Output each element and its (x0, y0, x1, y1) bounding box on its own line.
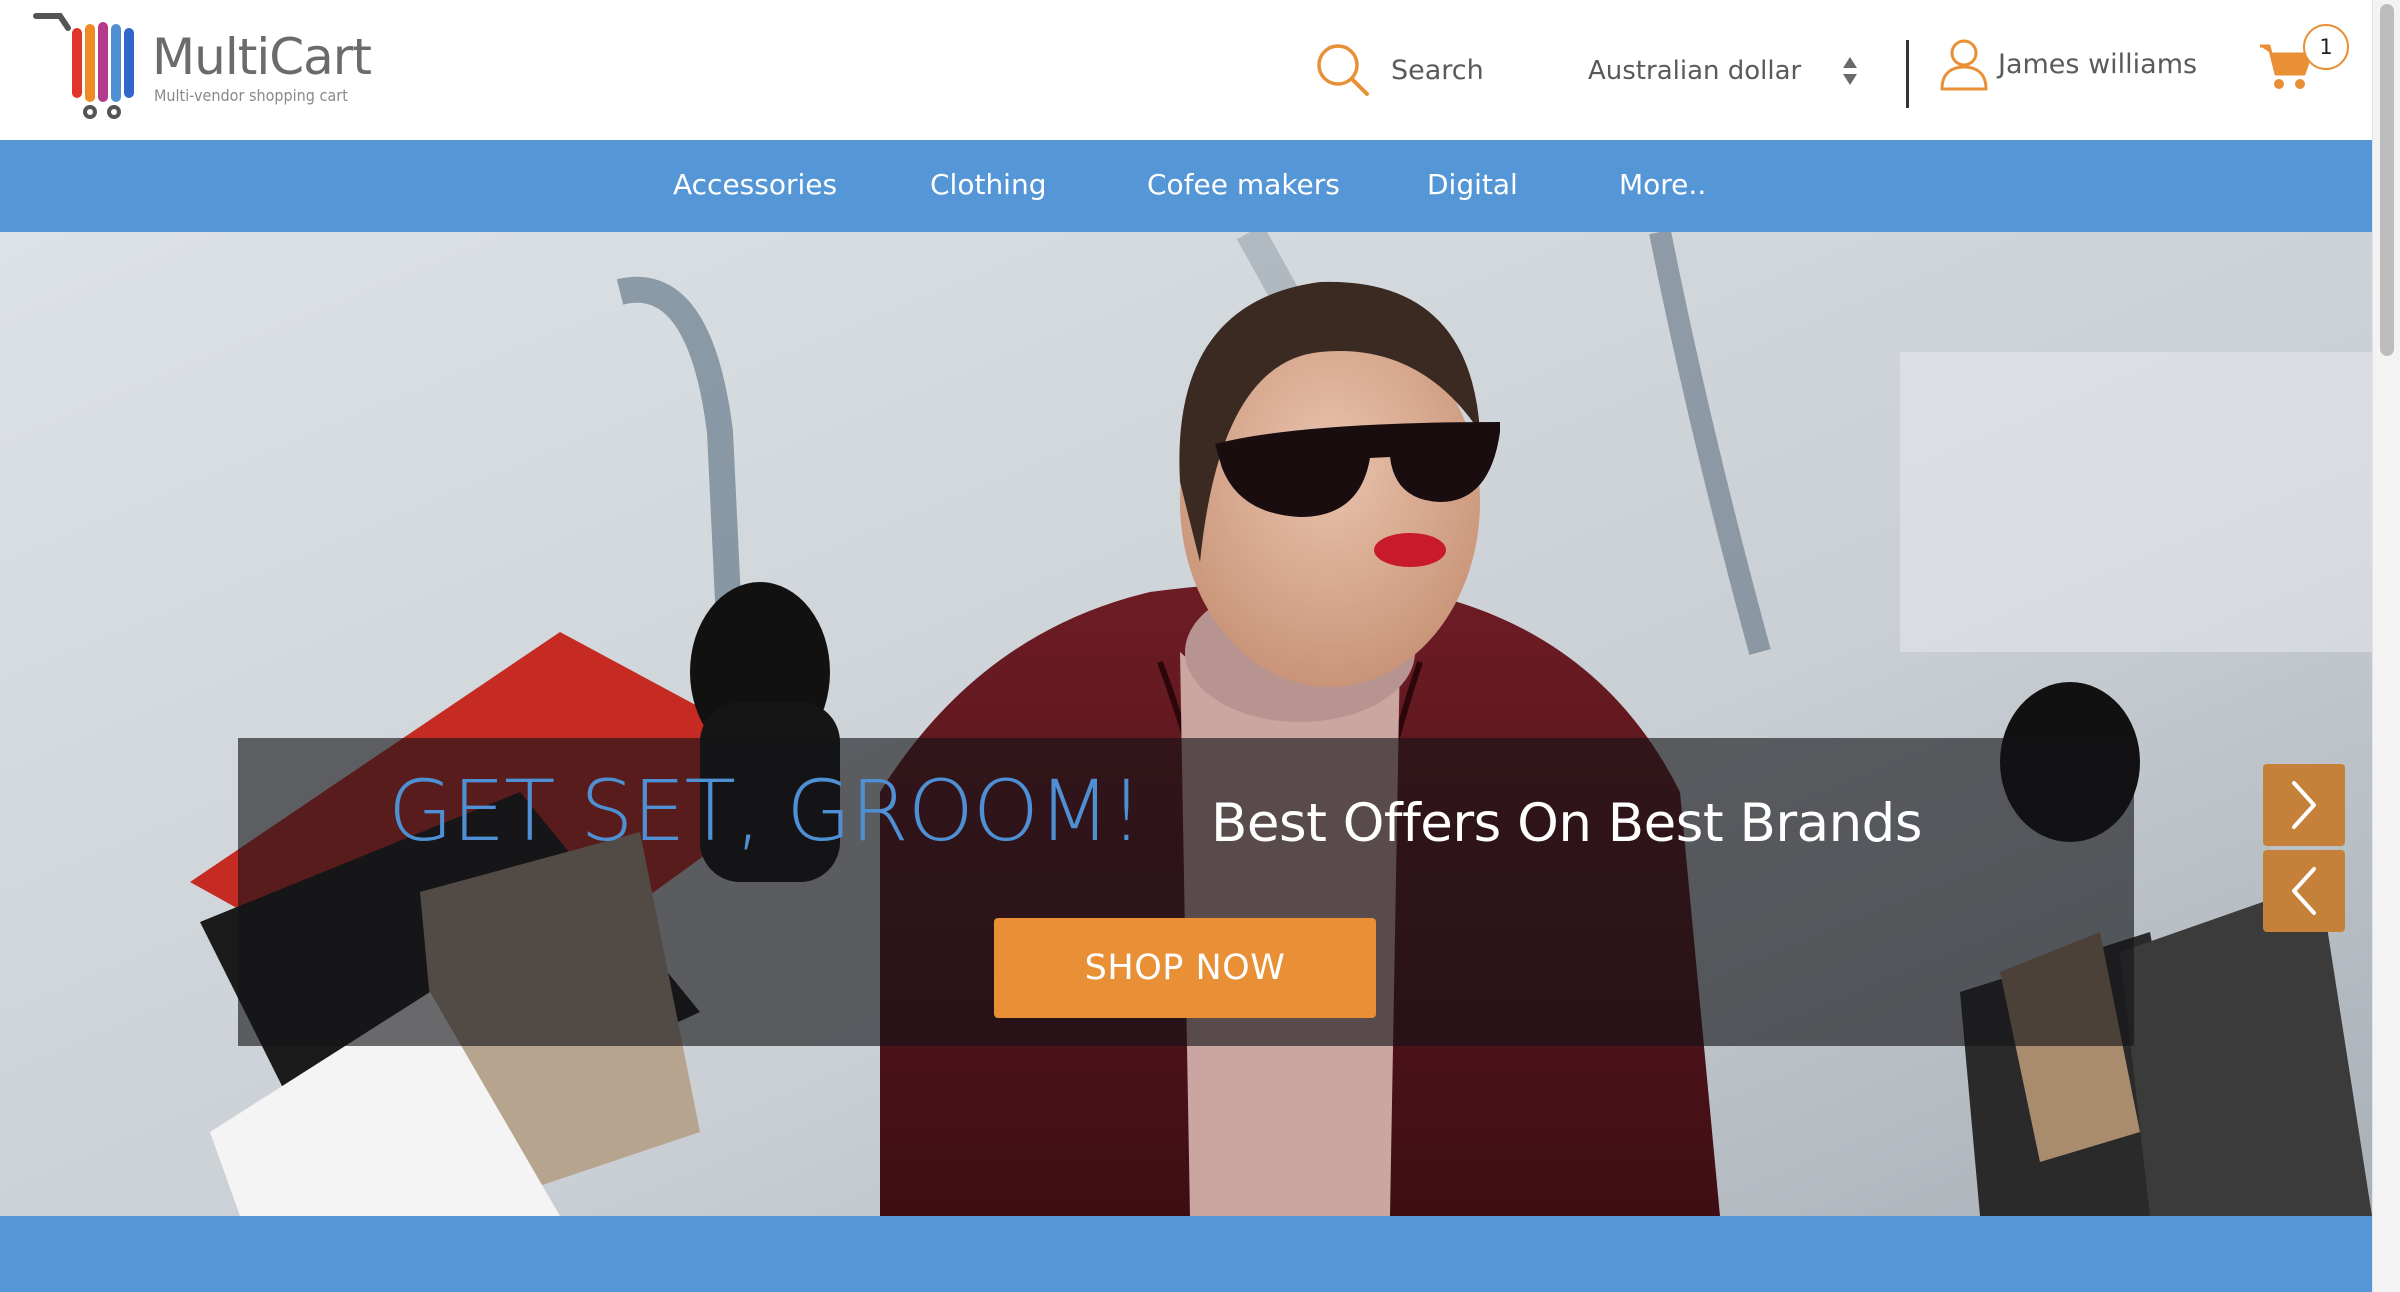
cart-button[interactable]: 1 (2258, 24, 2354, 104)
search-label: Search (1391, 54, 1484, 86)
search-icon (1317, 44, 1369, 96)
user-icon (1940, 39, 1988, 91)
shop-now-button[interactable]: SHOP NOW (994, 918, 1376, 1018)
brand-name: MultiCart (152, 28, 372, 86)
currency-select[interactable]: Australian dollar (1588, 50, 1868, 92)
search-button[interactable]: Search (1315, 40, 1484, 100)
user-name: James williams (1998, 48, 2198, 80)
nav-item-digital[interactable]: Digital (1427, 168, 1518, 201)
nav-item-accessories[interactable]: Accessories (673, 168, 837, 201)
header-divider (1906, 40, 1909, 108)
hero-headline: GET SET, GROOM! (388, 762, 1143, 860)
vertical-scrollbar[interactable] (2372, 0, 2400, 1292)
hero-caption-panel: GET SET, GROOM! Best Offers On Best Bran… (238, 738, 2134, 1046)
brand-tagline: Multi-vendor shopping cart (154, 86, 348, 105)
nav-item-more[interactable]: More.. (1619, 168, 1706, 201)
hero-subheadline: Best Offers On Best Brands (1211, 793, 1922, 854)
slider-prev-button[interactable] (2263, 850, 2345, 932)
scrollbar-thumb[interactable] (2380, 4, 2394, 356)
hero-banner: GET SET, GROOM! Best Offers On Best Bran… (0, 232, 2372, 1216)
chevron-right-icon (2292, 781, 2316, 829)
user-account-button[interactable]: James williams (1938, 36, 2197, 92)
cart-count-badge: 1 (2303, 24, 2349, 70)
site-header: MultiCart Multi-vendor shopping cart Sea… (0, 0, 2372, 140)
nav-item-cofee-makers[interactable]: Cofee makers (1147, 168, 1340, 201)
section-band (0, 1216, 2372, 1292)
hero-photo-shopper (0, 232, 2372, 1216)
nav-item-clothing[interactable]: Clothing (930, 168, 1046, 201)
chevron-left-icon (2292, 867, 2316, 915)
slider-next-button[interactable] (2263, 764, 2345, 846)
currency-value: Australian dollar (1588, 56, 1802, 86)
select-arrows-icon (1843, 57, 1857, 85)
multicart-logo[interactable]: MultiCart Multi-vendor shopping cart (28, 10, 388, 125)
category-nav: Accessories Clothing Cofee makers Digita… (0, 140, 2372, 232)
